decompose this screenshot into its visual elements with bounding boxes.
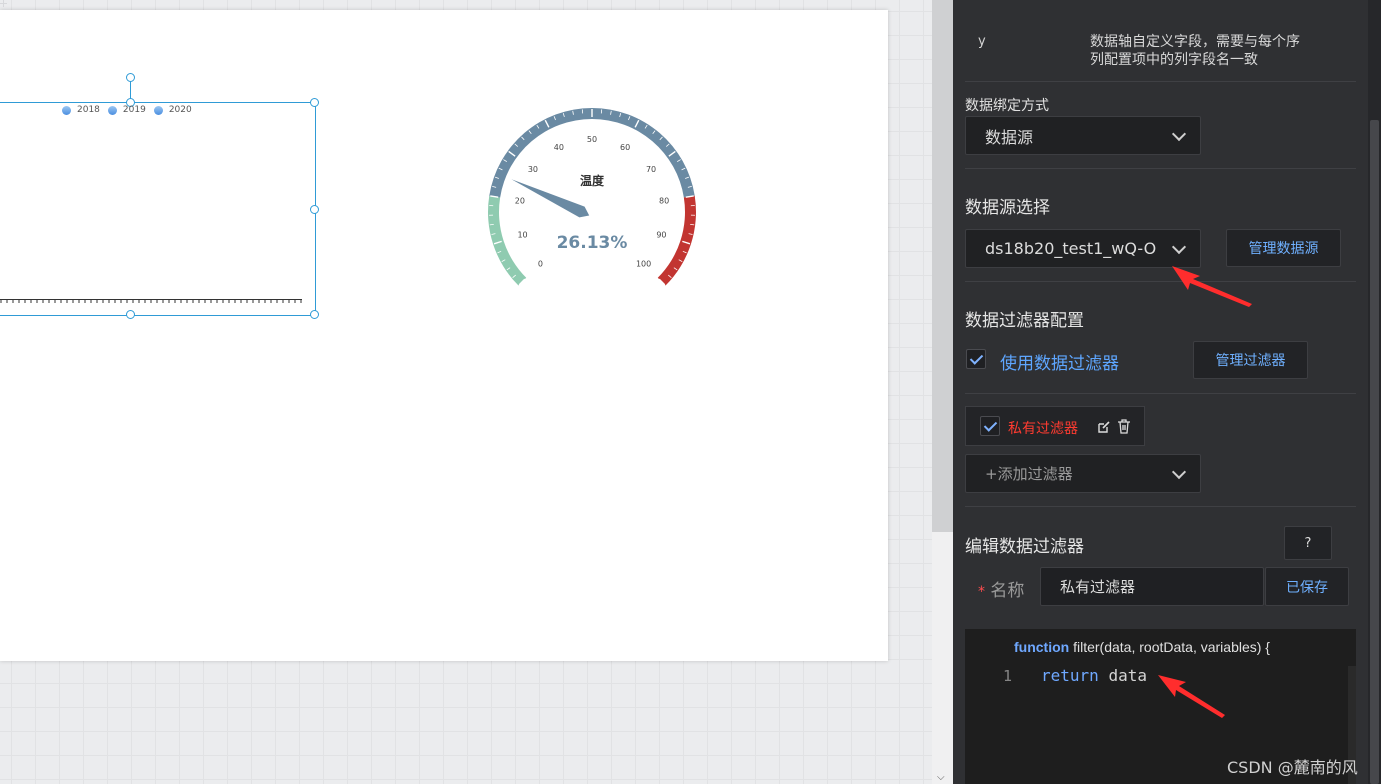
manage-filter-button[interactable]: 管理过滤器 xyxy=(1193,341,1308,379)
annotation-arrow-icon xyxy=(1158,675,1225,718)
use-filter-checkbox[interactable] xyxy=(966,349,986,369)
gauge-tick xyxy=(489,224,494,226)
gauge-tick-label: 100 xyxy=(636,260,651,269)
gauge-tick xyxy=(690,224,695,226)
gauge-title: 温度 xyxy=(580,173,605,188)
datasource-label: 数据源选择 xyxy=(965,198,1050,218)
field-description: 数据轴自定义字段，需要与每个序 列配置项中的列字段名一致 xyxy=(1090,33,1300,69)
gauge-value: 26.13% xyxy=(557,233,628,253)
code-signature: function filter(data, rootData, variable… xyxy=(1014,639,1270,655)
canvas-scrollbar-track[interactable] xyxy=(932,532,953,784)
divider xyxy=(965,81,1356,82)
legend-label: 2018 xyxy=(77,105,100,115)
panel-scrollbar-thumb[interactable] xyxy=(1370,120,1379,784)
legend-item[interactable]: 2019 xyxy=(107,105,146,115)
selected-chart-frame[interactable] xyxy=(0,102,316,316)
line-number: 1 xyxy=(1003,667,1013,685)
private-filter-label: 私有过滤器 xyxy=(1008,421,1078,437)
private-filter-chip[interactable]: 私有过滤器 xyxy=(965,406,1145,446)
divider xyxy=(965,506,1356,507)
binding-select[interactable]: 数据源 xyxy=(965,116,1201,155)
chevron-down-icon[interactable]: ⌵ xyxy=(937,772,945,783)
chart-x-axis xyxy=(0,299,302,303)
private-filter-checkbox[interactable] xyxy=(980,416,1000,436)
resize-handle-bottom-right[interactable] xyxy=(310,310,319,319)
filter-name-value: 私有过滤器 xyxy=(1060,578,1136,596)
filter-config-label: 数据过滤器配置 xyxy=(965,311,1084,331)
add-filter-placeholder: +添加过滤器 xyxy=(985,465,1073,483)
field-description-line: 数据轴自定义字段，需要与每个序 xyxy=(1090,34,1300,50)
gauge-tick-label: 50 xyxy=(587,135,597,144)
code-keyword: function xyxy=(1014,639,1070,655)
use-filter-label[interactable]: 使用数据过滤器 xyxy=(1000,349,1119,374)
gauge-tick-label: 30 xyxy=(528,165,538,174)
gauge-tick-label: 60 xyxy=(620,143,630,152)
legend-label: 2020 xyxy=(168,105,192,115)
add-filter-select[interactable]: +添加过滤器 xyxy=(965,454,1201,493)
chevron-down-icon xyxy=(1171,464,1187,479)
code-return-value: data xyxy=(1108,666,1147,685)
chevron-down-icon xyxy=(1171,126,1187,141)
legend-label: 2019 xyxy=(122,105,146,115)
gauge-band xyxy=(657,195,696,286)
legend-marker-icon xyxy=(153,105,163,115)
name-label: * 名称 xyxy=(978,576,1024,601)
edit-icon[interactable] xyxy=(1097,420,1111,434)
gauge-tick-label: 40 xyxy=(554,143,564,152)
field-name: y xyxy=(978,34,986,49)
chevron-down-icon xyxy=(1171,239,1187,254)
divider xyxy=(965,393,1356,394)
gauge-tick-label: 70 xyxy=(646,165,656,174)
code-return-keyword: return xyxy=(1041,666,1099,685)
divider xyxy=(965,168,1356,169)
gauge-tick-label: 90 xyxy=(656,231,666,240)
field-description-line: 列配置项中的列字段名一致 xyxy=(1090,52,1258,68)
help-button[interactable]: ? xyxy=(1284,526,1332,560)
gauge-tick-label: 20 xyxy=(515,197,525,206)
annotation-arrow-icon xyxy=(1172,266,1252,307)
binding-select-value: 数据源 xyxy=(985,127,1034,147)
temperature-gauge: 0 10 20 30 40 50 60 70 80 90 100 温度 26.13% xyxy=(488,107,696,286)
gauge-band xyxy=(488,195,527,286)
code-line[interactable]: return data xyxy=(1041,666,1147,685)
legend-marker-icon xyxy=(62,105,71,115)
gauge-tick-label: 80 xyxy=(659,197,669,206)
binding-label: 数据绑定方式 xyxy=(965,98,1049,114)
trash-icon[interactable] xyxy=(1117,419,1131,434)
resize-handle-right[interactable] xyxy=(310,205,319,214)
code-signature-text: filter(data, rootData, variables) { xyxy=(1069,639,1270,655)
saved-button[interactable]: 已保存 xyxy=(1265,567,1349,606)
name-label-text: 名称 xyxy=(990,581,1025,601)
legend-item[interactable]: 2020 xyxy=(153,105,192,115)
gauge-tick-label: 0 xyxy=(538,260,543,269)
gauge-tick-label: 10 xyxy=(517,231,527,240)
divider xyxy=(965,281,1356,282)
edit-filter-label: 编辑数据过滤器 xyxy=(965,537,1084,557)
required-mark: * xyxy=(978,584,985,600)
config-panel: y 数据轴自定义字段，需要与每个序 列配置项中的列字段名一致 数据绑定方式 数据… xyxy=(953,0,1381,784)
datasource-select-value: ds18b20_test1_wQ-O xyxy=(985,239,1157,258)
filter-name-input[interactable]: 私有过滤器 xyxy=(1040,567,1264,606)
datasource-select[interactable]: ds18b20_test1_wQ-O xyxy=(965,229,1201,268)
canvas-scrollbar-thumb[interactable] xyxy=(932,0,953,532)
resize-handle-bottom[interactable] xyxy=(126,310,135,319)
chart-legend: 2018 2019 2020 xyxy=(62,105,192,115)
legend-marker-icon xyxy=(107,105,117,115)
resize-handle-top-right[interactable] xyxy=(310,98,319,107)
canvas-area[interactable]: 2018 2019 2020 0 10 20 30 40 50 60 70 80 90 100 温度… xyxy=(0,0,953,784)
watermark: CSDN @麓南的风 xyxy=(1227,758,1358,777)
legend-item[interactable]: 2018 xyxy=(62,105,100,115)
